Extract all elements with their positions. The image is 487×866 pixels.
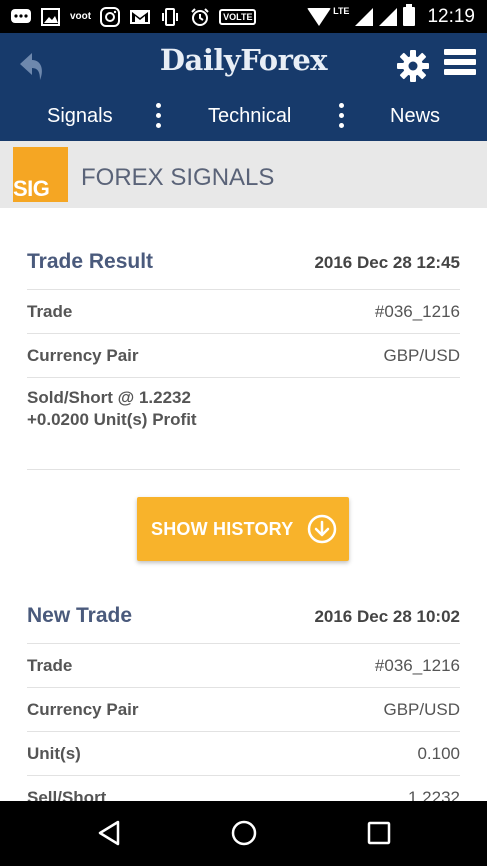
wifi-icon	[307, 7, 332, 26]
volte-icon: VOLTE	[219, 8, 257, 25]
result-line-1: Sold/Short @ 1.2232	[27, 388, 191, 407]
trade-result-header: Trade Result 2016 Dec 28 12:45	[27, 240, 460, 290]
new-trade-title: New Trade	[27, 604, 133, 627]
page-title: FOREX SIGNALS	[81, 164, 275, 191]
show-history-label: SHOW HISTORY	[151, 519, 294, 539]
notification-icons: voot VOLTE	[0, 6, 257, 27]
row-value: #036_1216	[374, 302, 460, 321]
table-row: Unit(s) 0.100	[27, 732, 460, 776]
table-row: Trade #036_1216	[27, 644, 460, 688]
tab-signals[interactable]: Signals	[47, 105, 113, 128]
vibrate-icon	[159, 7, 181, 27]
hamburger-menu-icon[interactable]	[444, 49, 476, 81]
section-header: SIG FOREX SIGNALS	[0, 141, 487, 208]
alarm-icon	[189, 7, 211, 27]
instagram-icon	[99, 6, 121, 27]
divider	[27, 469, 460, 470]
sig-logo-text: SIG	[13, 176, 50, 201]
screen: voot VOLTE LTE 12:19 DailyForex Signals …	[0, 0, 487, 866]
row-label: Currency Pair	[27, 346, 139, 365]
row-value: GBP/USD	[383, 700, 460, 719]
recents-square-icon[interactable]	[364, 818, 394, 848]
trade-result-date: 2016 Dec 28 12:45	[314, 253, 460, 272]
system-icons: LTE 12:19	[307, 4, 487, 28]
gear-icon[interactable]	[396, 49, 430, 83]
row-label: Unit(s)	[27, 744, 81, 763]
status-bar: voot VOLTE LTE 12:19	[0, 0, 487, 33]
table-row: Trade #036_1216	[27, 290, 460, 334]
back-triangle-icon[interactable]	[94, 818, 124, 848]
more-vert-icon[interactable]	[339, 103, 345, 133]
show-history-button[interactable]: SHOW HISTORY	[137, 497, 349, 561]
voot-icon: voot	[70, 11, 92, 22]
battery-icon	[403, 4, 416, 26]
tab-technical[interactable]: Technical	[208, 105, 291, 128]
app-header: DailyForex Signals Technical News	[0, 33, 487, 141]
row-value: 0.100	[417, 744, 460, 763]
lte-label: LTE	[333, 5, 350, 16]
new-trade-header: New Trade 2016 Dec 28 10:02	[27, 594, 460, 644]
row-value: #036_1216	[374, 656, 460, 675]
clock: 12:19	[427, 5, 475, 27]
row-label: Currency Pair	[27, 700, 139, 719]
row-value: GBP/USD	[383, 346, 460, 365]
tab-news[interactable]: News	[390, 105, 440, 128]
table-row: Currency Pair GBP/USD	[27, 688, 460, 732]
new-trade-date: 2016 Dec 28 10:02	[314, 607, 460, 626]
gmail-icon	[129, 7, 151, 27]
android-nav-bar	[0, 801, 487, 866]
table-row: Currency Pair GBP/USD	[27, 334, 460, 378]
sig-logo: SIG	[13, 147, 68, 202]
circle-arrow-down-icon	[307, 514, 337, 544]
result-line-2: +0.0200 Unit(s) Profit	[27, 410, 197, 429]
more-vert-icon[interactable]	[156, 103, 162, 133]
home-circle-icon[interactable]	[229, 818, 259, 848]
chat-icon	[10, 7, 32, 27]
image-icon	[40, 7, 62, 27]
signal-icon	[379, 7, 398, 26]
signal-icon	[355, 7, 374, 26]
trade-result-title: Trade Result	[27, 250, 154, 273]
top-nav: Signals Technical News	[0, 99, 487, 139]
row-label: Trade	[27, 656, 73, 675]
row-label: Trade	[27, 302, 73, 321]
